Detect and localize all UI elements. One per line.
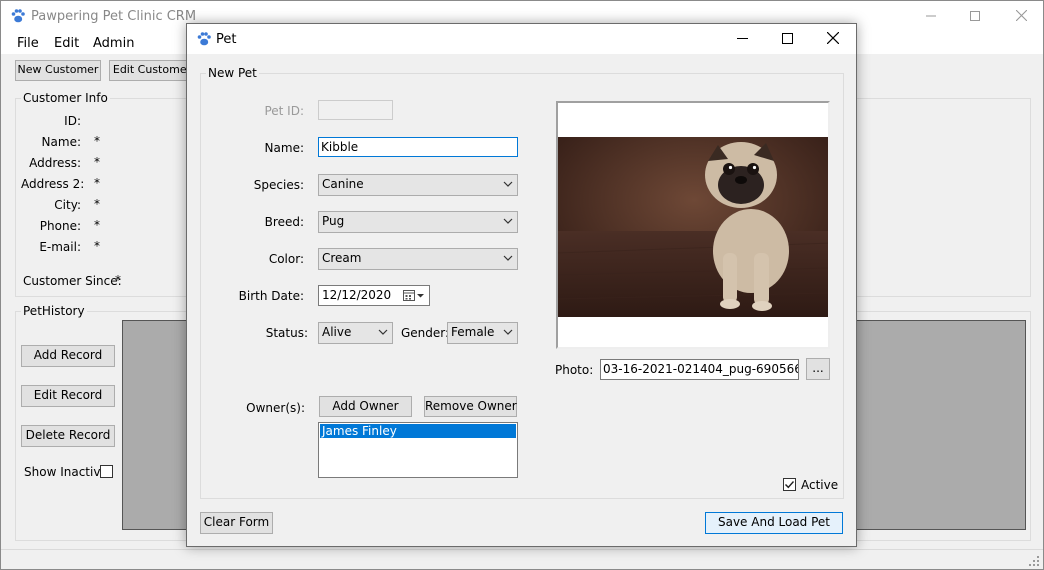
list-item[interactable]: James Finley: [320, 424, 516, 438]
maximize-icon: [782, 33, 793, 44]
active-label: Active: [801, 478, 839, 492]
customer-name-label: Name:: [41, 135, 81, 149]
menu-admin[interactable]: Admin: [93, 36, 134, 51]
paw-icon: [11, 9, 25, 23]
gender-label: Gender:: [401, 326, 450, 340]
minimize-icon: [737, 38, 748, 39]
birth-date-label: Birth Date:: [238, 289, 304, 303]
add-record-button[interactable]: Add Record: [21, 345, 115, 367]
resize-grip-icon[interactable]: [1029, 556, 1039, 566]
save-and-load-pet-button[interactable]: Save And Load Pet: [705, 512, 843, 534]
breed-label: Breed:: [264, 215, 304, 229]
show-inactive-label: Show Inactive: [24, 465, 108, 479]
customer-address-label: Address:: [29, 156, 81, 170]
chevron-down-icon: [503, 218, 513, 224]
color-label: Color:: [268, 252, 304, 266]
status-value: Alive: [322, 325, 352, 339]
species-select[interactable]: Canine: [318, 174, 518, 196]
chevron-down-icon: [378, 329, 388, 335]
maximize-button[interactable]: [952, 1, 998, 32]
customer-phone-label: Phone:: [39, 219, 81, 233]
pet-id-label: Pet ID:: [264, 104, 304, 118]
customer-info-title: Customer Info: [21, 91, 110, 105]
paw-icon: [197, 32, 211, 46]
browse-photo-button[interactable]: ...: [806, 358, 830, 380]
species-value: Canine: [322, 177, 364, 191]
birth-date-value: 12/12/2020: [322, 288, 392, 302]
breed-select[interactable]: Pug: [318, 211, 518, 233]
close-button[interactable]: [998, 1, 1044, 32]
species-label: Species:: [253, 178, 304, 192]
pet-id-field: [318, 100, 393, 120]
photo-path-input[interactable]: 03-16-2021-021404_pug-690566_640.jpg: [600, 359, 799, 380]
add-owner-button[interactable]: Add Owner: [319, 396, 412, 417]
birth-date-picker[interactable]: 12/12/2020: [318, 285, 430, 306]
close-icon: [826, 31, 839, 45]
new-pet-title: New Pet: [206, 66, 259, 80]
dialog-minimize-button[interactable]: [720, 24, 765, 54]
breed-value: Pug: [322, 214, 345, 228]
required-mark: *: [94, 134, 100, 148]
chevron-down-icon: [503, 255, 513, 261]
clear-form-button[interactable]: Clear Form: [200, 512, 273, 534]
pet-dialog: Pet New Pet Pet ID: Name: Kibble Species…: [186, 23, 857, 547]
show-inactive-checkbox[interactable]: [100, 465, 113, 478]
color-value: Cream: [322, 251, 362, 265]
gender-select[interactable]: Female: [447, 322, 518, 344]
required-mark: *: [94, 176, 100, 190]
customer-email-label: E-mail:: [39, 240, 81, 254]
required-mark: *: [115, 273, 121, 287]
chevron-down-icon: [503, 181, 513, 187]
required-mark: *: [94, 197, 100, 211]
dialog-title-bar: Pet: [187, 24, 856, 54]
status-label: Status:: [265, 326, 308, 340]
customer-city-label: City:: [54, 198, 81, 212]
status-bar: [1, 549, 1043, 569]
remove-owner-button[interactable]: Remove Owner: [424, 396, 517, 417]
photo-label: Photo:: [555, 363, 594, 377]
checkmark-icon: [785, 481, 795, 489]
customer-id-label: ID:: [64, 114, 81, 128]
owners-listbox[interactable]: James Finley: [318, 422, 518, 478]
delete-record-button[interactable]: Delete Record: [21, 425, 115, 447]
minimize-button[interactable]: [908, 1, 954, 32]
edit-record-button[interactable]: Edit Record: [21, 385, 115, 407]
maximize-icon: [970, 11, 980, 21]
dialog-close-button[interactable]: [810, 24, 855, 54]
minimize-icon: [926, 15, 936, 17]
required-mark: *: [94, 155, 100, 169]
customer-since-label: Customer Since:: [23, 274, 122, 288]
window-title: Pawpering Pet Clinic CRM: [31, 9, 197, 24]
required-mark: *: [94, 239, 100, 253]
owners-label: Owner(s):: [246, 401, 305, 415]
chevron-down-icon: [503, 329, 513, 335]
menu-edit[interactable]: Edit: [54, 36, 79, 51]
pet-photo-frame: [556, 101, 830, 349]
name-input[interactable]: Kibble: [318, 137, 518, 157]
close-icon: [1015, 9, 1027, 22]
status-select[interactable]: Alive: [318, 322, 393, 344]
name-label: Name:: [264, 141, 304, 155]
pet-photo: [558, 103, 828, 347]
edit-customer-button[interactable]: Edit Customer: [109, 60, 195, 81]
dialog-maximize-button[interactable]: [765, 24, 810, 54]
active-checkbox[interactable]: [783, 478, 796, 491]
customer-address2-label: Address 2:: [21, 177, 85, 191]
color-select[interactable]: Cream: [318, 248, 518, 270]
required-mark: *: [94, 218, 100, 232]
gender-value: Female: [451, 325, 495, 339]
dialog-title: Pet: [216, 32, 237, 47]
pet-history-title: PetHistory: [21, 304, 87, 318]
new-customer-button[interactable]: New Customer: [15, 60, 101, 81]
calendar-icon[interactable]: [403, 289, 425, 302]
menu-file[interactable]: File: [17, 36, 39, 51]
